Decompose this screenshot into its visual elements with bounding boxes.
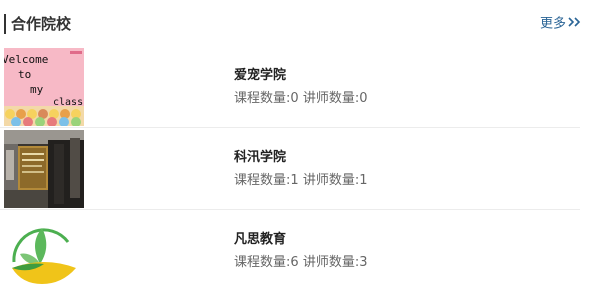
school-thumbnail[interactable]	[4, 212, 84, 290]
teacher-count-value: 1	[359, 173, 368, 188]
teacher-count-label: 讲师数量:	[302, 91, 360, 106]
welcome-chalkboard-image: Velcome to my class	[4, 48, 84, 126]
svg-text:my: my	[30, 83, 44, 96]
school-name[interactable]: 爱宠学院	[234, 67, 286, 85]
teacher-count-value: 0	[359, 91, 368, 106]
school-stats: 课程数量:1 讲师数量:1	[234, 172, 367, 190]
partner-schools-panel: 合作院校 更多 Velcome to my class 爱宠学院 课程数量:0 …	[0, 0, 593, 291]
teacher-count-label: 讲师数量:	[302, 255, 360, 270]
more-link[interactable]: 更多	[540, 14, 581, 35]
leaf-logo	[4, 212, 84, 290]
course-count-value: 6	[290, 255, 299, 270]
school-stats: 课程数量:6 讲师数量:3	[234, 254, 367, 272]
more-label: 更多	[539, 16, 566, 32]
school-list: Velcome to my class 爱宠学院 课程数量:0 讲师数量:0 科…	[0, 46, 593, 291]
svg-text:to: to	[18, 68, 31, 81]
school-name[interactable]: 凡思教育	[234, 231, 286, 249]
title-accent-bar	[4, 14, 6, 34]
svg-text:Velcome: Velcome	[4, 53, 48, 66]
panel-title: 合作院校	[11, 15, 72, 33]
school-thumbnail[interactable]: Velcome to my class	[4, 48, 84, 126]
school-name[interactable]: 科汛学院	[234, 149, 286, 167]
school-stats: 课程数量:0 讲师数量:0	[234, 90, 367, 108]
course-count-value: 1	[290, 173, 299, 188]
teacher-count-label: 讲师数量:	[302, 173, 360, 188]
school-thumbnail[interactable]	[4, 130, 84, 208]
school-item-fansi[interactable]: 凡思教育 课程数量:6 讲师数量:3	[0, 210, 580, 291]
course-count-label: 课程数量:	[234, 173, 291, 188]
course-count-label: 课程数量:	[234, 91, 291, 106]
school-item-aichong[interactable]: Velcome to my class 爱宠学院 课程数量:0 讲师数量:0	[0, 46, 580, 128]
school-item-kexun[interactable]: 科汛学院 课程数量:1 讲师数量:1	[0, 128, 580, 210]
panel-header: 合作院校 更多	[0, 0, 593, 46]
double-chevron-right-icon	[568, 14, 581, 34]
course-count-label: 课程数量:	[234, 255, 291, 270]
building-entrance-photo	[4, 130, 84, 208]
teacher-count-value: 3	[359, 255, 368, 270]
course-count-value: 0	[290, 91, 299, 106]
